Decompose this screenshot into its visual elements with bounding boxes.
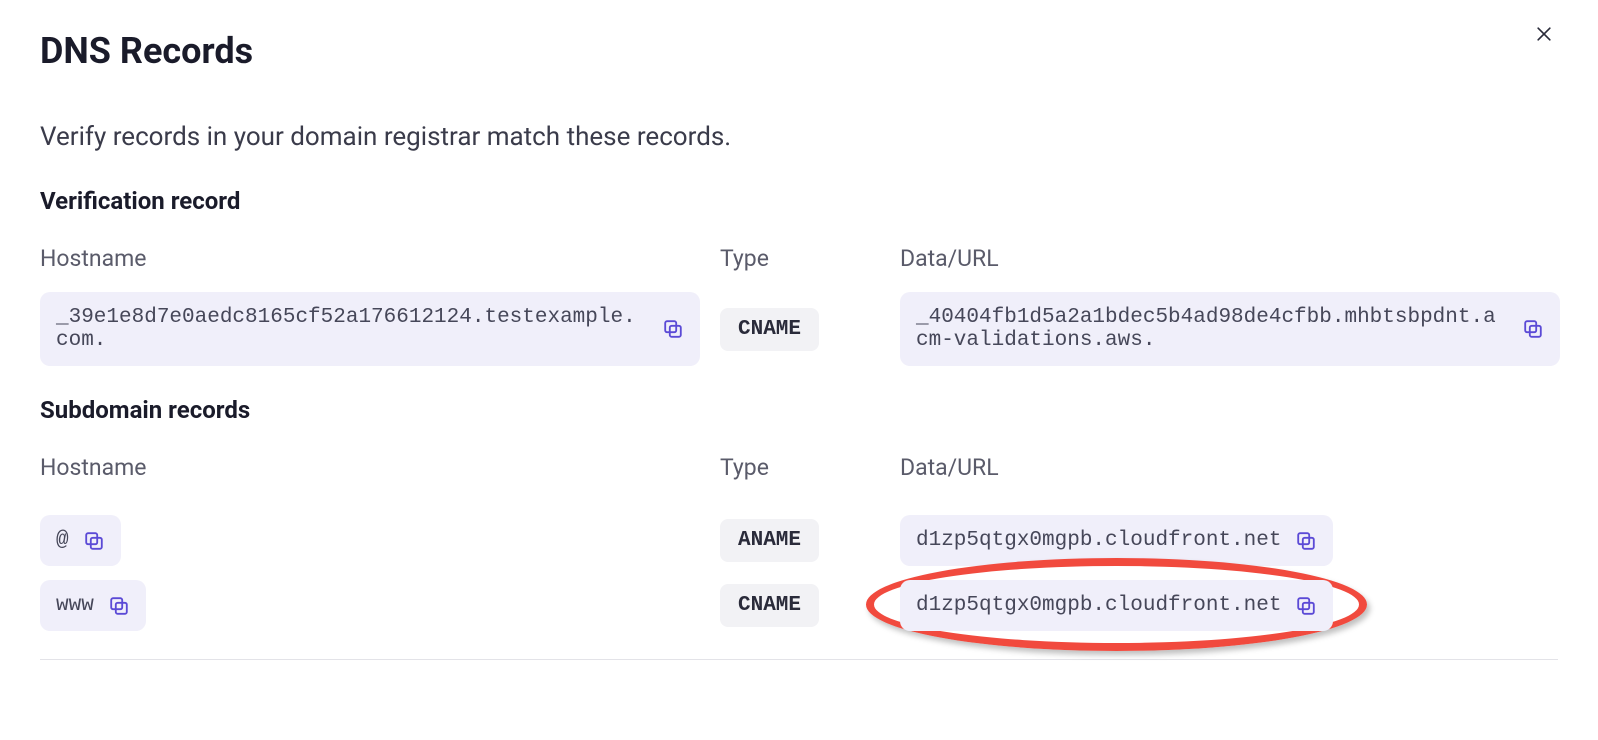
copy-icon[interactable] [108,595,130,617]
verification-hostname-value: _39e1e8d7e0aedc8165cf52a176612124.testex… [56,306,648,352]
close-icon[interactable] [1530,20,1558,48]
copy-icon[interactable] [1295,595,1317,617]
verification-hostname-field: _39e1e8d7e0aedc8165cf52a176612124.testex… [40,292,700,366]
subdomain-data-value: d1zp5qtgx0mgpb.cloudfront.net [916,594,1281,617]
subdomain-hostname-field: www [40,580,146,631]
page-subtitle: Verify records in your domain registrar … [40,122,1558,152]
subdomain-data-value: d1zp5qtgx0mgpb.cloudfront.net [916,529,1281,552]
subdomain-heading: Subdomain records [40,396,1558,424]
subdomain-hostname-value: www [56,594,94,617]
subdomain-data-field: d1zp5qtgx0mgpb.cloudfront.net [900,515,1333,566]
page-title: DNS Records [40,30,1558,72]
subdomain-hostname-value: @ [56,529,69,552]
verification-data-value: _40404fb1d5a2a1bdec5b4ad98de4cfbb.mhbtsb… [916,306,1508,352]
col-header-data: Data/URL [900,454,1560,481]
col-header-type: Type [720,245,880,272]
copy-icon[interactable] [1522,318,1544,340]
verification-data-field: _40404fb1d5a2a1bdec5b4ad98de4cfbb.mhbtsb… [900,292,1560,366]
divider [40,659,1558,660]
subdomain-type-badge: CNAME [720,584,819,627]
col-header-data: Data/URL [900,245,1560,272]
verification-type-badge: CNAME [720,308,819,351]
copy-icon[interactable] [1295,530,1317,552]
copy-icon[interactable] [662,318,684,340]
verification-heading: Verification record [40,187,1558,215]
subdomain-data-field: d1zp5qtgx0mgpb.cloudfront.net [900,580,1333,631]
subdomain-hostname-field: @ [40,515,121,566]
subdomain-type-badge: ANAME [720,519,819,562]
col-header-hostname: Hostname [40,245,700,272]
highlighted-annotation: d1zp5qtgx0mgpb.cloudfront.net [900,580,1333,631]
col-header-hostname: Hostname [40,454,700,481]
copy-icon[interactable] [83,530,105,552]
col-header-type: Type [720,454,880,481]
